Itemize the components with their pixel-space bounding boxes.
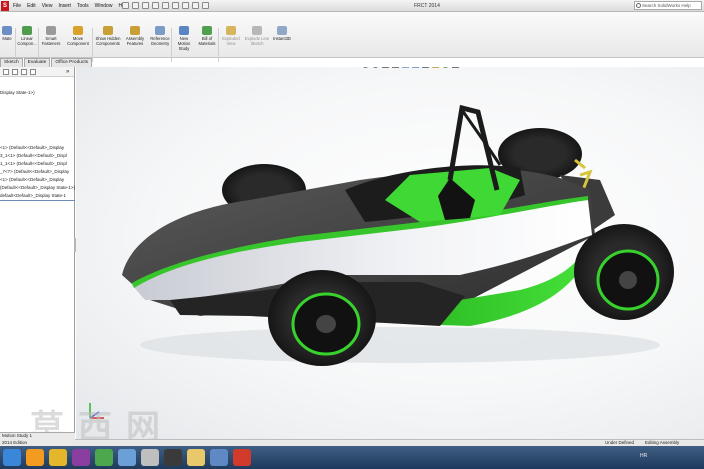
instant3d-icon <box>277 26 287 35</box>
bill-of-materials-icon <box>202 26 212 35</box>
tree-item[interactable]: 3_1<1> (Default<<Default>_Displ <box>0 153 67 159</box>
tree-item[interactable]: 1_1<1> (Default<<Default>_Displ <box>0 161 67 167</box>
search-placeholder: Search SolidWorks Help <box>642 3 691 8</box>
ribbon-button-label: Instant3D <box>273 36 291 41</box>
ribbon-separator <box>218 28 219 62</box>
tree-item[interactable]: (Default<<Default>_Display State-1>) <box>0 185 75 191</box>
ai-icon[interactable] <box>164 449 182 466</box>
tab-sketch[interactable]: Sketch <box>0 58 23 67</box>
ribbon-button-3[interactable]: Smart Fasteners <box>40 26 62 46</box>
ribbon-button-9[interactable]: Bill of Materials <box>196 26 218 46</box>
exploded-view-icon <box>226 26 236 35</box>
torrent-icon[interactable] <box>95 449 113 466</box>
ribbon-button-label: New Motion Study <box>177 36 191 51</box>
reference-geometry-icon <box>155 26 165 35</box>
apply-scene-icon[interactable] <box>442 67 449 68</box>
ribbon-separator <box>92 28 93 62</box>
search-input[interactable]: Search SolidWorks Help <box>634 1 702 10</box>
command-manager-tabs: Sketch Evaluate Office Products <box>0 58 93 67</box>
ribbon-separator <box>15 28 16 62</box>
media-player-icon[interactable] <box>26 449 44 466</box>
ribbon-button-5[interactable]: Show Hidden Components <box>94 26 122 46</box>
view-orientation-icon[interactable] <box>402 67 409 68</box>
steering-icon[interactable] <box>141 449 159 466</box>
expand-icon[interactable]: » <box>66 69 72 75</box>
fastener-icon <box>46 26 56 35</box>
view-settings-icon[interactable] <box>452 67 459 68</box>
ribbon-button-7[interactable]: Reference Geometry <box>148 26 172 46</box>
ribbon-separator <box>171 28 172 62</box>
ribbon-button-label: Explode Line Sketch <box>244 36 270 46</box>
ribbon-button-8[interactable]: New Motion Study <box>174 26 194 51</box>
tab-evaluate[interactable]: Evaluate <box>23 58 51 67</box>
ribbon-button-10[interactable]: Exploded View <box>220 26 242 46</box>
tab-motion-study[interactable]: Motion Study 1 <box>0 433 32 439</box>
ribbon-button-1[interactable]: Mate <box>0 26 14 41</box>
zoom-to-fit-icon[interactable] <box>362 67 369 68</box>
language-indicator[interactable]: HR <box>640 453 647 459</box>
folder-icon[interactable] <box>187 449 205 466</box>
hide-show-items-icon[interactable] <box>422 67 429 68</box>
rar-icon[interactable] <box>72 449 90 466</box>
paint-icon[interactable] <box>210 449 228 466</box>
linear-pattern-icon <box>22 26 32 35</box>
ribbon-button-label: Smart Fasteners <box>41 36 61 46</box>
start-icon[interactable] <box>3 449 21 466</box>
tree-divider <box>0 200 75 201</box>
feature-tree-tab-icon[interactable] <box>3 69 9 75</box>
ribbon-button-label: Exploded View <box>222 36 240 46</box>
zoom-area-icon[interactable] <box>372 67 379 68</box>
ribbon-button-2[interactable]: Linear Compon... <box>16 26 38 46</box>
tree-item[interactable]: <1> (Default<<Default>_Display <box>0 177 64 183</box>
motion-study-icon <box>179 26 189 35</box>
section-view-icon[interactable] <box>392 67 399 68</box>
explode-line-icon <box>252 26 262 35</box>
ribbon-button-label: Show Hidden Components <box>95 36 121 46</box>
document-title: FRCT 2014 <box>414 3 440 9</box>
heads-up-view-toolbar <box>362 67 459 68</box>
ribbon-separator <box>38 28 39 62</box>
panel-toolbar: » <box>0 67 74 77</box>
ribbon-button-6[interactable]: Assembly Features <box>124 26 146 46</box>
configuration-tab-icon[interactable] <box>21 69 27 75</box>
previous-view-icon[interactable] <box>382 67 389 68</box>
edit-appearance-icon[interactable] <box>432 67 439 68</box>
taskbar: HR <box>0 446 704 469</box>
chrome-icon[interactable] <box>49 449 67 466</box>
tree-item[interactable]: Display State-1>) <box>0 90 35 96</box>
ribbon-button-4[interactable]: Move Component <box>64 26 92 46</box>
ribbon-button-label: Reference Geometry <box>150 36 170 46</box>
bottom-tabs: Motion Study 1 2014 Edition <box>0 432 75 446</box>
browser-icon[interactable] <box>118 449 136 466</box>
tree-item[interactable]: default<Default>_Display State-1 <box>0 193 66 199</box>
property-manager-tab-icon[interactable] <box>12 69 18 75</box>
menu-bar: S File Edit View Insert Tools Window Hel… <box>0 0 704 12</box>
command-manager: Mate Linear Compon... Smart Fasteners Move … <box>0 12 704 62</box>
assembly-features-icon <box>130 26 140 35</box>
solidworks-icon[interactable] <box>233 449 251 466</box>
ribbon-button-label: Move Component <box>67 36 89 46</box>
status-bar: Under Defined Editing Assembly <box>75 439 704 446</box>
ribbon-button-12[interactable]: Instant3D <box>272 26 292 41</box>
tree-item[interactable]: _7<7> (Default<<Default>_Display <box>0 169 69 175</box>
show-hidden-icon <box>103 26 113 35</box>
search-icon <box>636 3 641 8</box>
tree-item[interactable]: <1> (Default<<Default>_Display <box>0 145 64 151</box>
ribbon-button-label: Bill of Materials <box>198 36 216 46</box>
race-car-model[interactable] <box>76 67 704 439</box>
move-component-icon <box>73 26 83 35</box>
feature-manager-tree: » Display State-1>) <1> (Default<<Defaul… <box>0 67 75 439</box>
mate-icon <box>2 26 12 35</box>
dimxpert-tab-icon[interactable] <box>30 69 36 75</box>
display-style-icon[interactable] <box>412 67 419 68</box>
ribbon-button-label: Mate <box>2 36 12 41</box>
ribbon-button-label: Assembly Features <box>125 36 145 46</box>
tab-office-products[interactable]: Office Products <box>51 58 93 67</box>
graphics-area[interactable] <box>76 67 704 439</box>
ribbon-button-label: Linear Compon... <box>17 36 37 46</box>
ribbon-button-11[interactable]: Explode Line Sketch <box>244 26 270 46</box>
